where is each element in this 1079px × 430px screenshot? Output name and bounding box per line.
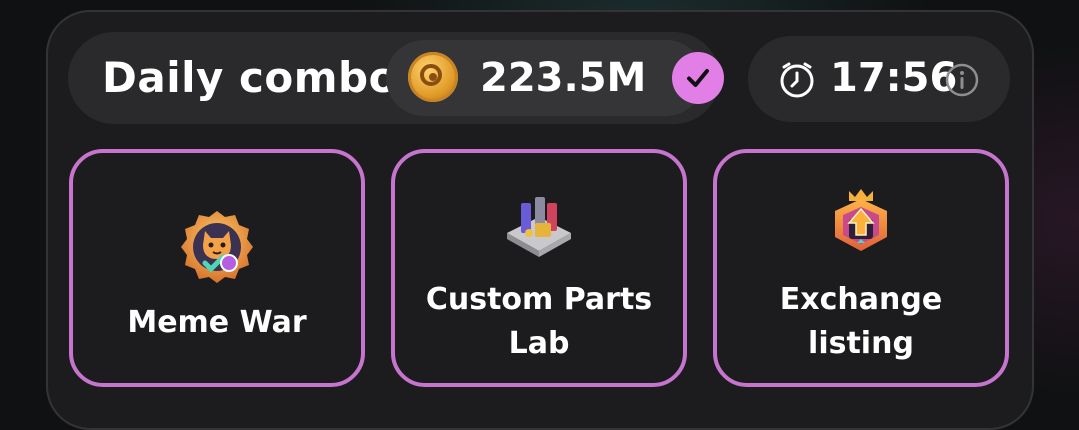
coin-icon — [408, 52, 458, 102]
clock-icon — [780, 62, 814, 98]
card-label-custom-parts-lab-line1: Custom Parts — [425, 282, 653, 317]
cat-badge-icon — [181, 211, 253, 283]
countdown-timer: 17:56 — [830, 55, 958, 101]
info-icon[interactable] — [944, 62, 980, 98]
combo-card-custom-parts-lab[interactable]: Custom Parts Lab — [391, 149, 687, 387]
card-label-exchange-listing-line1: Exchange — [779, 282, 943, 317]
exchange-listing-icon — [835, 189, 887, 251]
card-label-custom-parts-lab-line2: Lab — [508, 326, 570, 361]
combo-card-meme-war[interactable]: Meme War — [69, 149, 365, 387]
daily-combo-title: Daily combo — [102, 53, 398, 102]
card-label-meme-war: Meme War — [127, 305, 307, 340]
checkmark-icon — [672, 52, 724, 104]
parts-lab-icon — [507, 197, 571, 257]
reward-amount: 223.5M — [480, 55, 647, 101]
card-label-exchange-listing-line2: listing — [808, 326, 914, 361]
combo-card-exchange-listing[interactable]: Exchange listing — [713, 149, 1009, 387]
